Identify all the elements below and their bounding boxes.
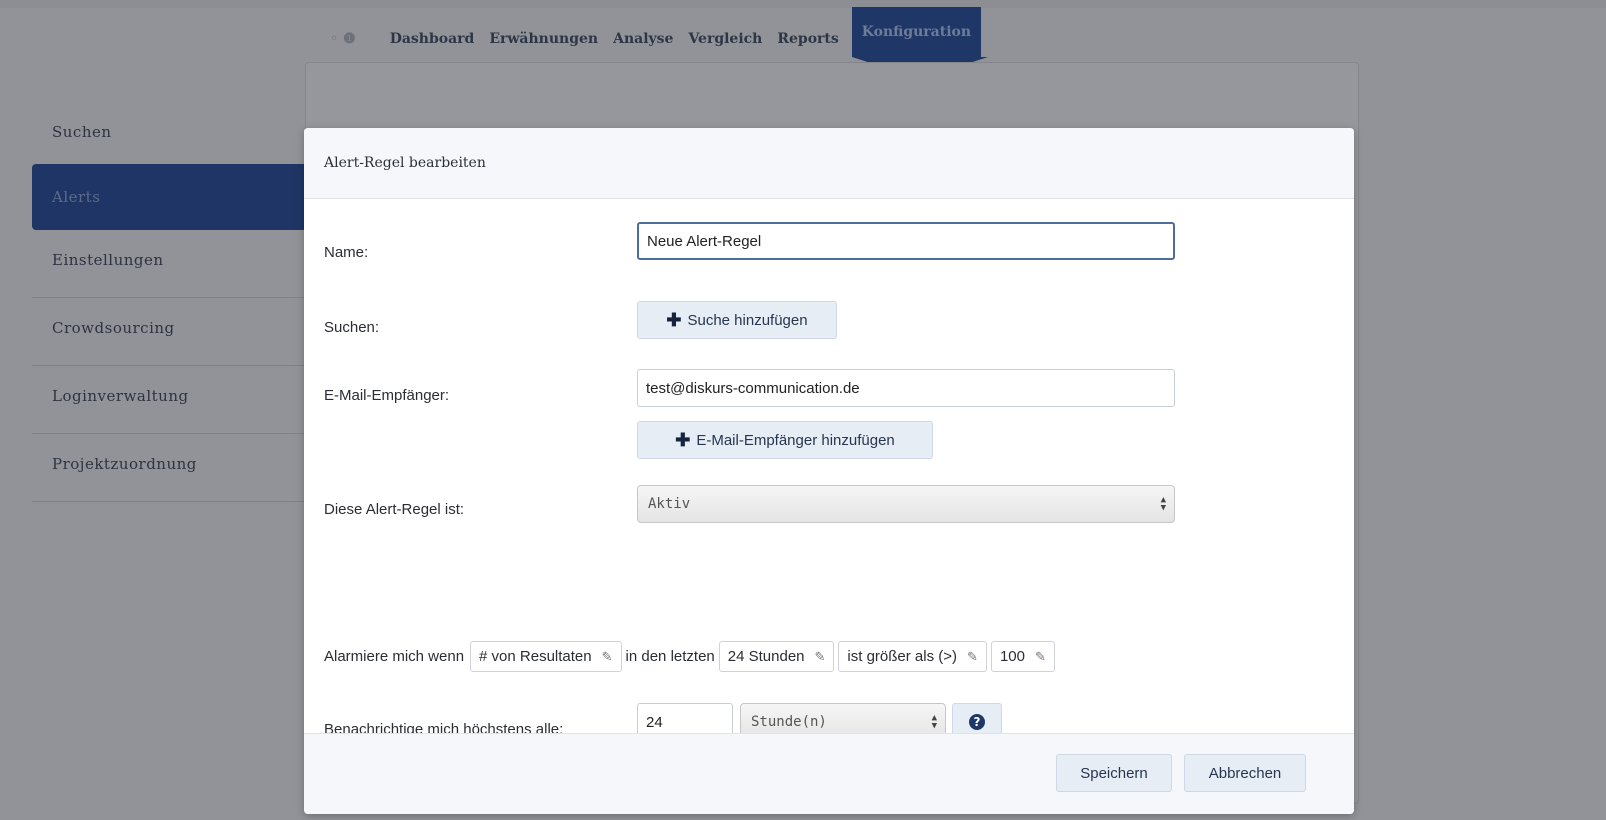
email-label: E-Mail-Empfänger: xyxy=(324,387,450,404)
save-button[interactable]: Speichern xyxy=(1056,754,1172,792)
nav-erwaehnungen[interactable]: Erwähnungen xyxy=(487,31,600,47)
alert-rule-modal: Alert-Regel bearbeiten Name: Suchen: ✚ S… xyxy=(304,128,1354,814)
threshold-value: 100 xyxy=(999,648,1025,665)
pencil-icon: ✎ xyxy=(1034,648,1046,664)
alarm-condition-row: Alarmiere mich wenn # von Resultaten ✎ i… xyxy=(324,641,1059,672)
add-search-button[interactable]: ✚ Suche hinzufügen xyxy=(637,301,837,339)
modal-title: Alert-Regel bearbeiten xyxy=(324,155,486,171)
comparator-value: ist größer als (>) xyxy=(847,648,958,665)
question-icon: ? xyxy=(969,714,985,730)
alarm-prefix: Alarmiere mich wenn xyxy=(324,648,465,665)
status-select-value: Aktiv xyxy=(648,496,691,512)
metric-value: # von Resultaten xyxy=(479,648,592,665)
page: ◦ ❶ Dashboard Erwähnungen Analyse Vergle… xyxy=(0,0,1606,820)
notify-unit-value: Stunde(n) xyxy=(751,714,827,730)
top-navigation: ◦ ❶ Dashboard Erwähnungen Analyse Vergle… xyxy=(330,7,992,79)
status-label: Diese Alert-Regel ist: xyxy=(324,501,465,518)
cancel-button[interactable]: Abbrechen xyxy=(1184,754,1306,792)
sidebar-item-suchen[interactable]: Suchen xyxy=(32,102,322,164)
status-select[interactable]: Aktiv ▲ ▼ xyxy=(637,485,1175,523)
pencil-icon: ✎ xyxy=(601,648,613,664)
sidebar-item-alerts[interactable]: Alerts xyxy=(32,164,322,230)
period-chip[interactable]: 24 Stunden ✎ xyxy=(718,641,835,672)
brand-logo: ◦ ❶ xyxy=(330,31,356,47)
save-label: Speichern xyxy=(1080,764,1148,782)
nav-vergleich[interactable]: Vergleich xyxy=(686,31,764,47)
alarm-mid: in den letzten xyxy=(625,648,715,665)
nav-analyse[interactable]: Analyse xyxy=(611,31,675,47)
select-arrows-icon: ▲ ▼ xyxy=(931,713,937,731)
comparator-chip[interactable]: ist größer als (>) ✎ xyxy=(838,641,987,672)
threshold-chip[interactable]: 100 ✎ xyxy=(990,641,1055,672)
metric-chip[interactable]: # von Resultaten ✎ xyxy=(470,641,622,672)
sidebar: Suchen Alerts Einstellungen Crowdsourcin… xyxy=(32,102,322,502)
add-email-button[interactable]: ✚ E-Mail-Empfänger hinzufügen xyxy=(637,421,933,459)
email-input[interactable] xyxy=(637,369,1175,407)
name-input[interactable] xyxy=(637,222,1175,260)
sidebar-item-loginverwaltung[interactable]: Loginverwaltung xyxy=(32,366,322,434)
sidebar-item-einstellungen[interactable]: Einstellungen xyxy=(32,230,322,298)
plus-icon: ✚ xyxy=(675,429,691,450)
add-email-label: E-Mail-Empfänger hinzufügen xyxy=(696,431,895,449)
select-arrows-icon: ▲ ▼ xyxy=(1160,495,1166,513)
modal-body: Name: Suchen: ✚ Suche hinzufügen E-Mail-… xyxy=(304,199,1354,741)
name-label: Name: xyxy=(324,244,369,261)
cancel-label: Abbrechen xyxy=(1208,764,1282,782)
pencil-icon: ✎ xyxy=(814,648,826,664)
suchen-label: Suchen: xyxy=(324,319,380,336)
modal-footer: Speichern Abbrechen xyxy=(304,733,1354,814)
sidebar-item-crowdsourcing[interactable]: Crowdsourcing xyxy=(32,298,322,366)
nav-konfiguration[interactable]: Konfiguration xyxy=(851,7,989,79)
nav-reports[interactable]: Reports xyxy=(775,31,840,47)
modal-header: Alert-Regel bearbeiten xyxy=(304,128,1354,199)
nav-dashboard[interactable]: Dashboard xyxy=(388,31,477,47)
plus-icon: ✚ xyxy=(666,309,682,330)
add-search-label: Suche hinzufügen xyxy=(687,311,808,329)
period-value: 24 Stunden xyxy=(727,648,805,665)
pencil-icon: ✎ xyxy=(967,648,978,664)
sidebar-item-projektzuordnung[interactable]: Projektzuordnung xyxy=(32,434,322,502)
